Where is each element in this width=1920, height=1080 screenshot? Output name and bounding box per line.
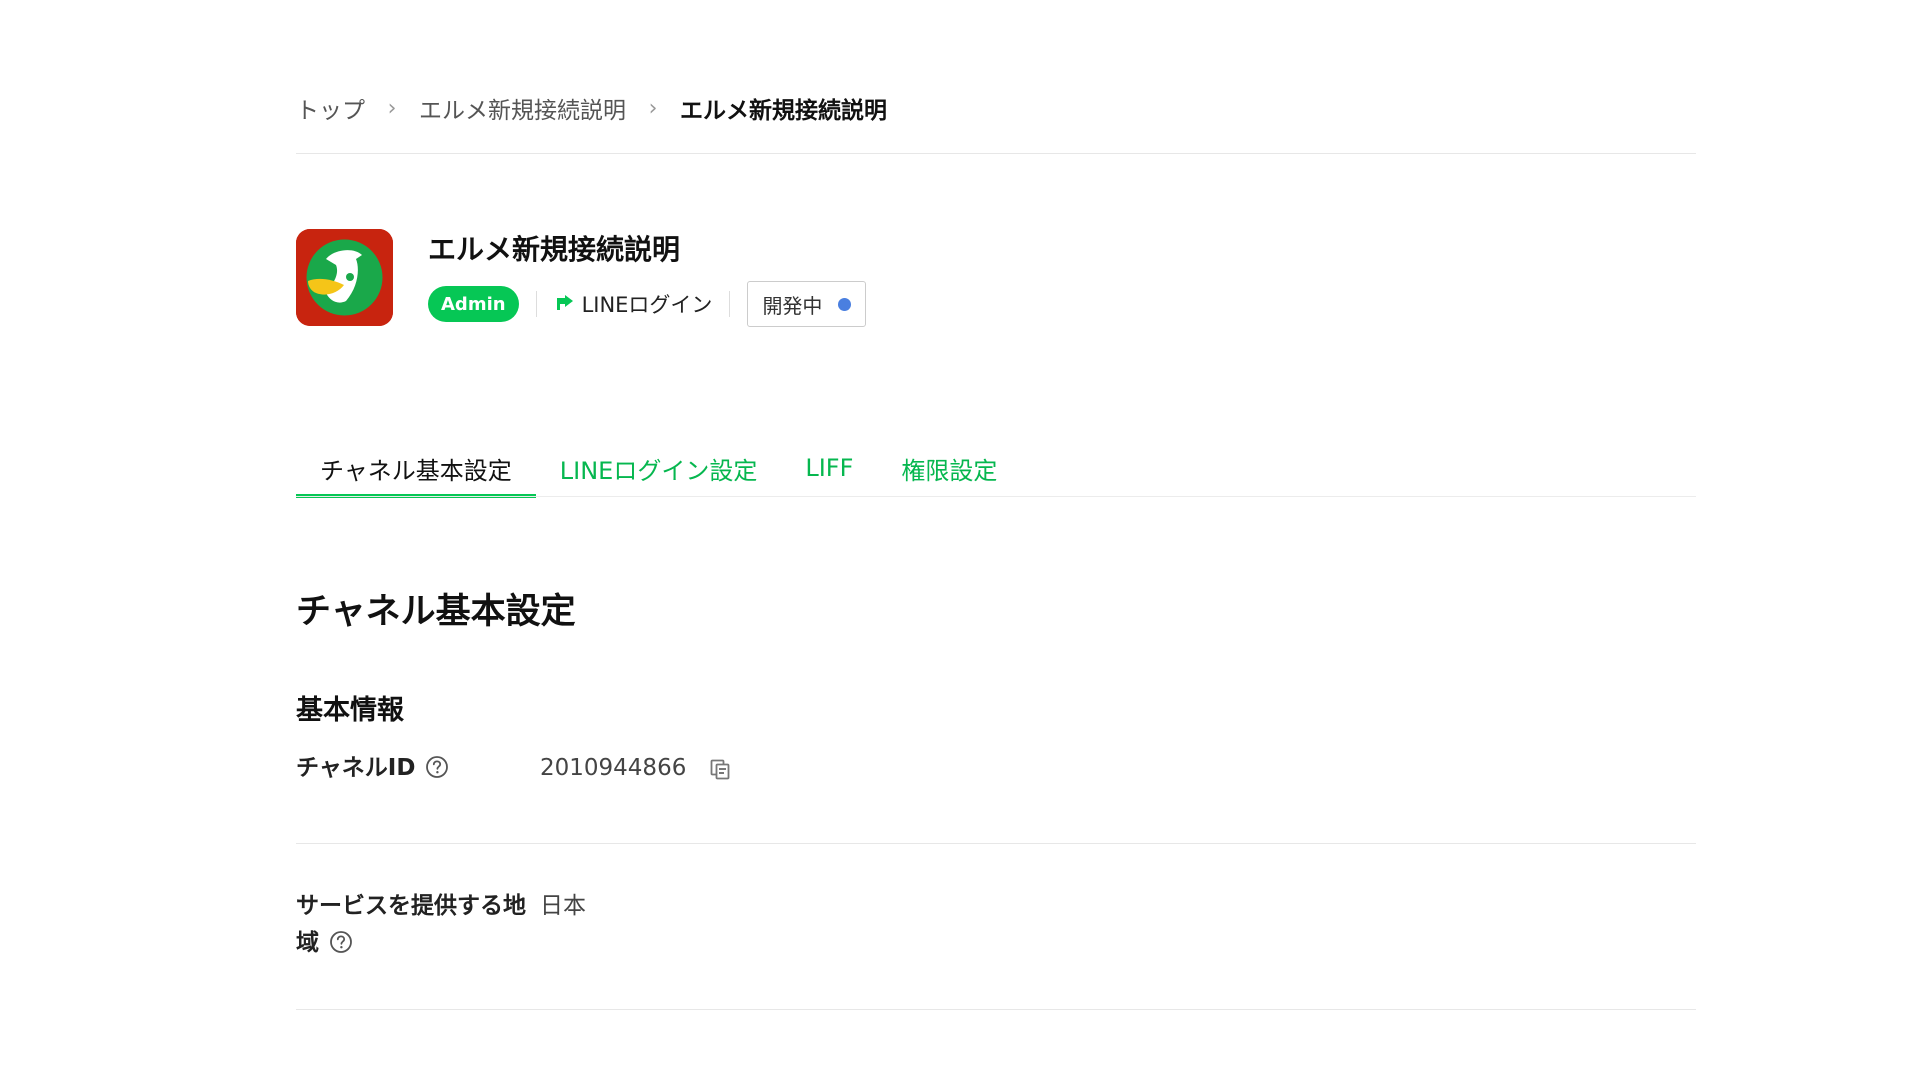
breadcrumb-divider xyxy=(296,153,1696,154)
breadcrumb-chevron-icon: › xyxy=(648,95,658,121)
channel-name: エルメ新規接続説明 xyxy=(428,233,681,266)
field-label-service-region: サービスを提供する地域 xyxy=(296,888,526,962)
breadcrumb: トップ › エルメ新規接続説明 › エルメ新規接続説明 xyxy=(296,88,887,128)
tab-permission-settings[interactable]: 権限設定 xyxy=(877,438,1021,498)
channel-type: LINEログイン xyxy=(554,289,713,319)
page: トップ › エルメ新規接続説明 › エルメ新規接続説明 エルメ新規接続説明 Ad… xyxy=(0,0,1920,1080)
field-value-service-region: 日本 xyxy=(540,888,586,925)
breadcrumb-chevron-icon: › xyxy=(387,95,397,121)
breadcrumb-provider-link[interactable]: エルメ新規接続説明 xyxy=(419,91,626,125)
page-title: チャネル基本設定 xyxy=(296,592,576,633)
tab-liff[interactable]: LIFF xyxy=(781,438,877,498)
field-value-channel-id: 2010944866 xyxy=(540,750,732,787)
section-heading-basic-info: 基本情報 xyxy=(296,695,404,727)
field-label-text: チャネルID xyxy=(296,755,416,781)
field-label-channel-id: チャネルID xyxy=(296,750,449,787)
breadcrumb-top-link[interactable]: トップ xyxy=(296,91,365,125)
status-dot-icon xyxy=(838,297,852,311)
meta-divider xyxy=(535,291,537,317)
tabs-divider xyxy=(296,496,1696,497)
channel-meta-row: Admin LINEログイン 開発中 xyxy=(428,281,867,327)
channel-id-value: 2010944866 xyxy=(540,755,687,781)
line-login-icon xyxy=(554,294,574,314)
help-icon[interactable] xyxy=(425,755,449,779)
field-divider xyxy=(296,1009,1696,1010)
pelican-app-icon xyxy=(296,229,393,326)
channel-type-label: LINEログイン xyxy=(581,293,713,317)
field-divider xyxy=(296,843,1696,844)
role-badge: Admin xyxy=(428,286,519,322)
status-badge: 開発中 xyxy=(747,281,867,327)
tab-basic-settings[interactable]: チャネル基本設定 xyxy=(296,438,536,498)
service-region-value: 日本 xyxy=(540,893,586,919)
tab-line-login-settings[interactable]: LINEログイン設定 xyxy=(536,438,782,498)
channel-tabs: チャネル基本設定 LINEログイン設定 LIFF 権限設定 xyxy=(296,438,1021,498)
meta-divider xyxy=(729,291,731,317)
breadcrumb-current: エルメ新規接続説明 xyxy=(680,98,887,124)
status-label: 開発中 xyxy=(762,293,823,318)
help-icon[interactable] xyxy=(329,930,353,954)
copy-icon[interactable] xyxy=(708,757,732,781)
